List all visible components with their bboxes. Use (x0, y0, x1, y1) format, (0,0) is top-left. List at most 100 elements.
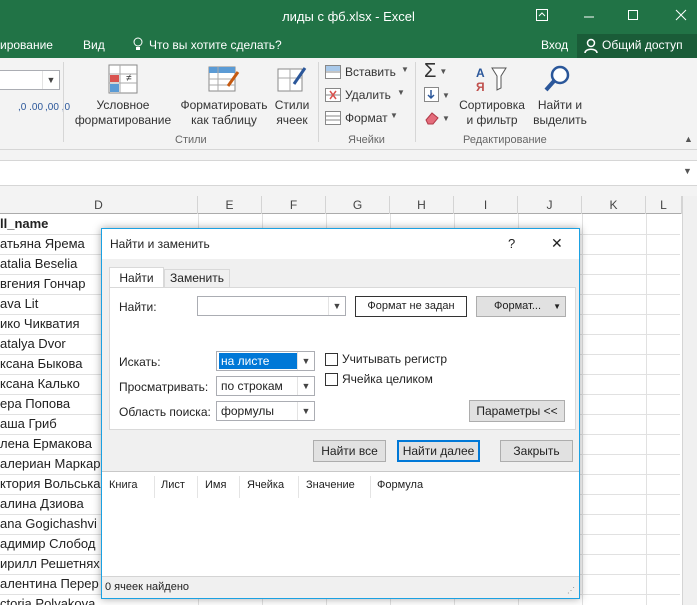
delete-label: Удалить (345, 88, 391, 102)
column-header-l[interactable]: L (646, 196, 682, 214)
find-all-button[interactable]: Найти все (313, 440, 386, 462)
sign-in-link[interactable]: Вход (541, 38, 568, 52)
tell-me-search[interactable]: Что вы хотите сделать? (149, 38, 282, 52)
column-header-d[interactable]: D (0, 196, 198, 214)
header-divider (239, 476, 240, 498)
restore-ribbon-icon[interactable] (533, 6, 551, 24)
menu-bar: ирование Вид Что вы хотите сделать? Вход… (0, 34, 697, 58)
number-format-dropdown[interactable]: ▼ (0, 70, 60, 90)
close-icon[interactable]: ✕ (551, 235, 563, 252)
format-not-set-preview: Формат не задан (355, 296, 467, 317)
results-header-formula[interactable]: Формула (377, 479, 423, 491)
help-button[interactable]: ? (508, 236, 515, 251)
match-entire-cell-checkbox[interactable] (325, 373, 338, 386)
tab-review[interactable]: ирование (0, 38, 53, 52)
column-header-j[interactable]: J (518, 196, 582, 214)
share-label: Общий доступ (602, 38, 683, 52)
autosum-icon[interactable]: Σ ▼ (424, 61, 447, 82)
chevron-down-icon: ▼ (42, 71, 59, 89)
tab-find[interactable]: Найти (109, 267, 164, 288)
delete-cells-icon (325, 88, 341, 105)
cell-styles-button[interactable]: Стили ячеек (268, 98, 316, 128)
minimize-icon[interactable] (580, 6, 598, 24)
look-in-value: формулы (221, 404, 274, 418)
find-replace-dialog: Найти и заменить ? ✕ Найти Заменить Найт… (101, 228, 580, 599)
format-cells-icon (325, 111, 341, 128)
formula-bar[interactable]: ▼ (0, 160, 697, 186)
decrease-decimal-button[interactable]: ,00 ,0 (45, 102, 70, 113)
column-header-g[interactable]: G (326, 196, 390, 214)
title-bar: лиды с фб.xlsx - Excel (0, 0, 697, 34)
match-case-label[interactable]: Учитывать регистр (342, 352, 447, 366)
cell-styles-line1: Стили (274, 98, 310, 112)
group-label-cells: Ячейки (348, 134, 385, 146)
chevron-down-icon[interactable]: ▼ (328, 297, 345, 315)
format-button[interactable]: Формат... ▼ (476, 296, 566, 317)
increase-decimal-button[interactable]: ,0 .00 (18, 102, 43, 113)
within-select[interactable]: на листе ▼ (216, 351, 315, 371)
resize-grip-icon[interactable]: ⋰ (567, 586, 575, 595)
find-next-button[interactable]: Найти далее (397, 440, 480, 462)
results-header-book[interactable]: Книга (109, 479, 138, 491)
format-as-table-line1: Форматировать (180, 98, 268, 112)
svg-text:▼: ▼ (442, 114, 450, 123)
sort-filter-button[interactable]: Сортировка и фильтр (455, 98, 529, 128)
match-entire-cell-label[interactable]: Ячейка целиком (342, 372, 433, 386)
search-order-select[interactable]: по строкам ▼ (216, 376, 315, 396)
column-header-k[interactable]: K (582, 196, 646, 214)
match-case-checkbox[interactable] (325, 353, 338, 366)
ribbon: ▼ ,0 .00 ,00 ,0 ≠ Условное форматировани… (0, 58, 697, 150)
look-in-select[interactable]: формулы ▼ (216, 401, 315, 421)
results-header-name[interactable]: Имя (205, 479, 226, 491)
find-input[interactable]: ▼ (197, 296, 346, 316)
header-divider (370, 476, 371, 498)
column-header-e[interactable]: E (198, 196, 262, 214)
find-tab-panel: Найти: ▼ Формат не задан Формат... ▼ Иск… (109, 287, 576, 430)
tab-replace[interactable]: Заменить (164, 269, 230, 287)
conditional-formatting-icon: ≠ (108, 64, 138, 97)
find-select-button[interactable]: Найти и выделить (526, 98, 594, 128)
options-button-label: Параметры << (476, 404, 558, 418)
close-button[interactable]: Закрыть (500, 440, 573, 462)
results-header-value[interactable]: Значение (306, 479, 355, 491)
results-header-cell[interactable]: Ячейка (247, 479, 284, 491)
format-label: Формат (345, 111, 388, 125)
tab-view[interactable]: Вид (83, 38, 105, 52)
column-header-i[interactable]: I (454, 196, 518, 214)
options-button[interactable]: Параметры << (469, 400, 565, 422)
format-as-table-button[interactable]: Форматировать как таблицу (176, 98, 272, 128)
vertical-scrollbar[interactable] (682, 196, 697, 605)
format-as-table-line2: как таблицу (191, 113, 257, 127)
group-divider (415, 62, 416, 142)
svg-text:Я: Я (476, 80, 485, 94)
insert-button[interactable]: Вставить ▼ (325, 64, 415, 82)
find-select-line1: Найти и (537, 98, 583, 112)
column-header-f[interactable]: F (262, 196, 326, 214)
magnifier-icon (543, 64, 573, 97)
insert-label: Вставить (345, 65, 396, 79)
clear-eraser-icon[interactable]: ▼ (424, 110, 450, 129)
chevron-down-icon[interactable]: ▼ (297, 377, 314, 395)
delete-button[interactable]: Удалить ▼ (325, 87, 415, 105)
column-header-h[interactable]: H (390, 196, 454, 214)
results-header-sheet[interactable]: Лист (161, 479, 185, 491)
collapse-ribbon-icon[interactable]: ▲ (684, 134, 693, 144)
header-divider (298, 476, 299, 498)
format-as-table-icon (208, 64, 240, 97)
chevron-down-icon[interactable]: ▼ (297, 402, 314, 420)
look-in-label: Область поиска: (119, 405, 211, 419)
header-divider (154, 476, 155, 498)
expand-formula-bar-icon[interactable]: ▼ (683, 166, 692, 176)
close-window-icon[interactable] (672, 6, 690, 24)
chevron-down-icon[interactable]: ▼ (297, 352, 314, 370)
share-button[interactable]: Общий доступ (577, 34, 697, 58)
group-divider (63, 62, 64, 142)
maximize-icon[interactable] (624, 6, 642, 24)
format-cells-button[interactable]: Формат ▼ (325, 110, 415, 128)
chevron-down-icon: ▼ (401, 65, 409, 74)
lightbulb-icon (132, 37, 144, 54)
results-list[interactable]: Книга Лист Имя Ячейка Значение Формула (102, 471, 579, 576)
format-not-set-label: Формат не задан (367, 300, 455, 312)
conditional-formatting-button[interactable]: Условное форматирование (68, 98, 178, 128)
fill-icon[interactable]: ▼ (424, 87, 450, 106)
